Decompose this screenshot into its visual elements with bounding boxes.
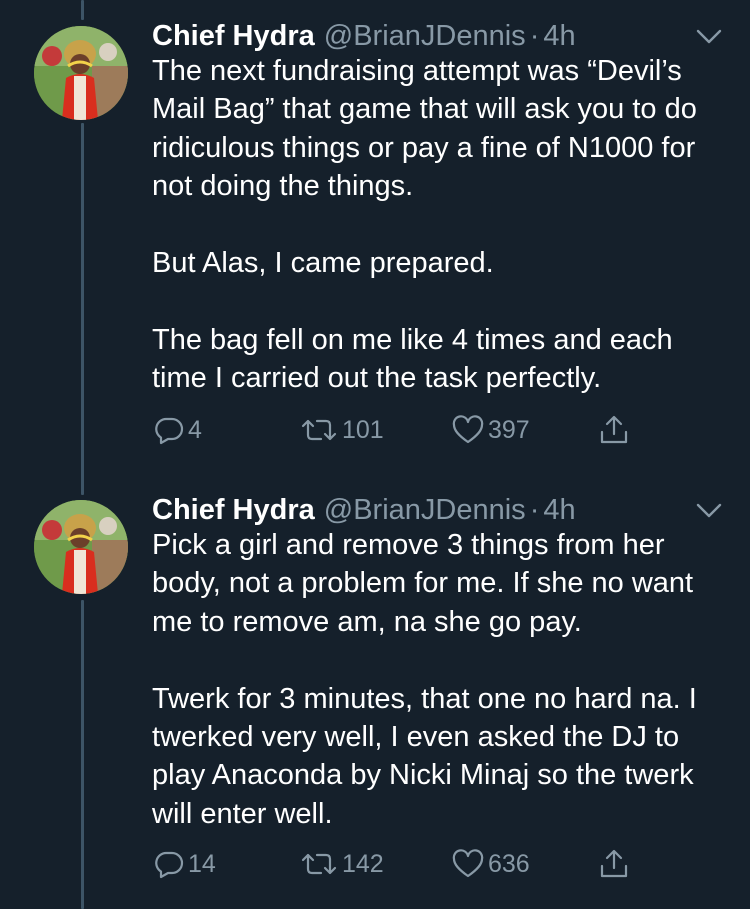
tweet-paragraph: But Alas, I came prepared. — [152, 247, 494, 280]
reply-button[interactable]: 14 — [154, 846, 216, 882]
reply-icon — [154, 849, 184, 879]
tweet-header: Chief Hydra @BrianJDennis · 4h — [152, 16, 576, 56]
retweet-button[interactable]: 142 — [300, 846, 384, 882]
like-button[interactable]: 397 — [452, 412, 530, 448]
chevron-down-icon[interactable] — [696, 28, 722, 46]
retweet-icon — [300, 415, 338, 445]
tweet-paragraph: The next fundraising attempt was “Devil’… — [152, 55, 697, 203]
timestamp[interactable]: 4h — [543, 490, 575, 530]
share-icon — [599, 848, 629, 880]
chevron-down-icon[interactable] — [696, 502, 722, 520]
separator-dot: · — [529, 494, 540, 526]
tweet-text: Pick a girl and remove 3 things from her… — [152, 526, 732, 833]
retweet-count: 101 — [342, 415, 384, 444]
reply-count: 14 — [188, 849, 216, 878]
heart-icon — [452, 849, 484, 879]
tweet-actions: 14 142 636 — [152, 846, 652, 882]
timestamp[interactable]: 4h — [543, 16, 575, 56]
tweet[interactable]: Chief Hydra @BrianJDennis · 4h The next … — [0, 16, 750, 471]
retweet-count: 142 — [342, 849, 384, 878]
username[interactable]: @BrianJDennis — [324, 16, 526, 56]
reply-icon — [154, 415, 184, 445]
tweet[interactable]: Chief Hydra @BrianJDennis · 4h Pick a gi… — [0, 490, 750, 909]
tweet-text: The next fundraising attempt was “Devil’… — [152, 52, 732, 398]
like-count: 636 — [488, 849, 530, 878]
heart-icon — [452, 415, 484, 445]
reply-button[interactable]: 4 — [154, 412, 202, 448]
tweet-actions: 4 101 397 — [152, 412, 652, 448]
retweet-button[interactable]: 101 — [300, 412, 384, 448]
avatar[interactable] — [34, 500, 128, 594]
avatar[interactable] — [34, 26, 128, 120]
retweet-icon — [300, 849, 338, 879]
share-button[interactable] — [599, 412, 629, 448]
separator-dot: · — [529, 20, 540, 52]
tweet-paragraph: Twerk for 3 minutes, that one no hard na… — [152, 682, 697, 830]
reply-count: 4 — [188, 415, 202, 444]
share-icon — [599, 414, 629, 446]
username[interactable]: @BrianJDennis — [324, 490, 526, 530]
like-button[interactable]: 636 — [452, 846, 530, 882]
tweet-header: Chief Hydra @BrianJDennis · 4h — [152, 490, 576, 530]
tweet-paragraph: Pick a girl and remove 3 things from her… — [152, 529, 694, 638]
like-count: 397 — [488, 415, 530, 444]
display-name[interactable]: Chief Hydra — [152, 490, 315, 530]
tweet-paragraph: The bag fell on me like 4 times and each… — [152, 323, 673, 395]
share-button[interactable] — [599, 846, 629, 882]
display-name[interactable]: Chief Hydra — [152, 16, 315, 56]
